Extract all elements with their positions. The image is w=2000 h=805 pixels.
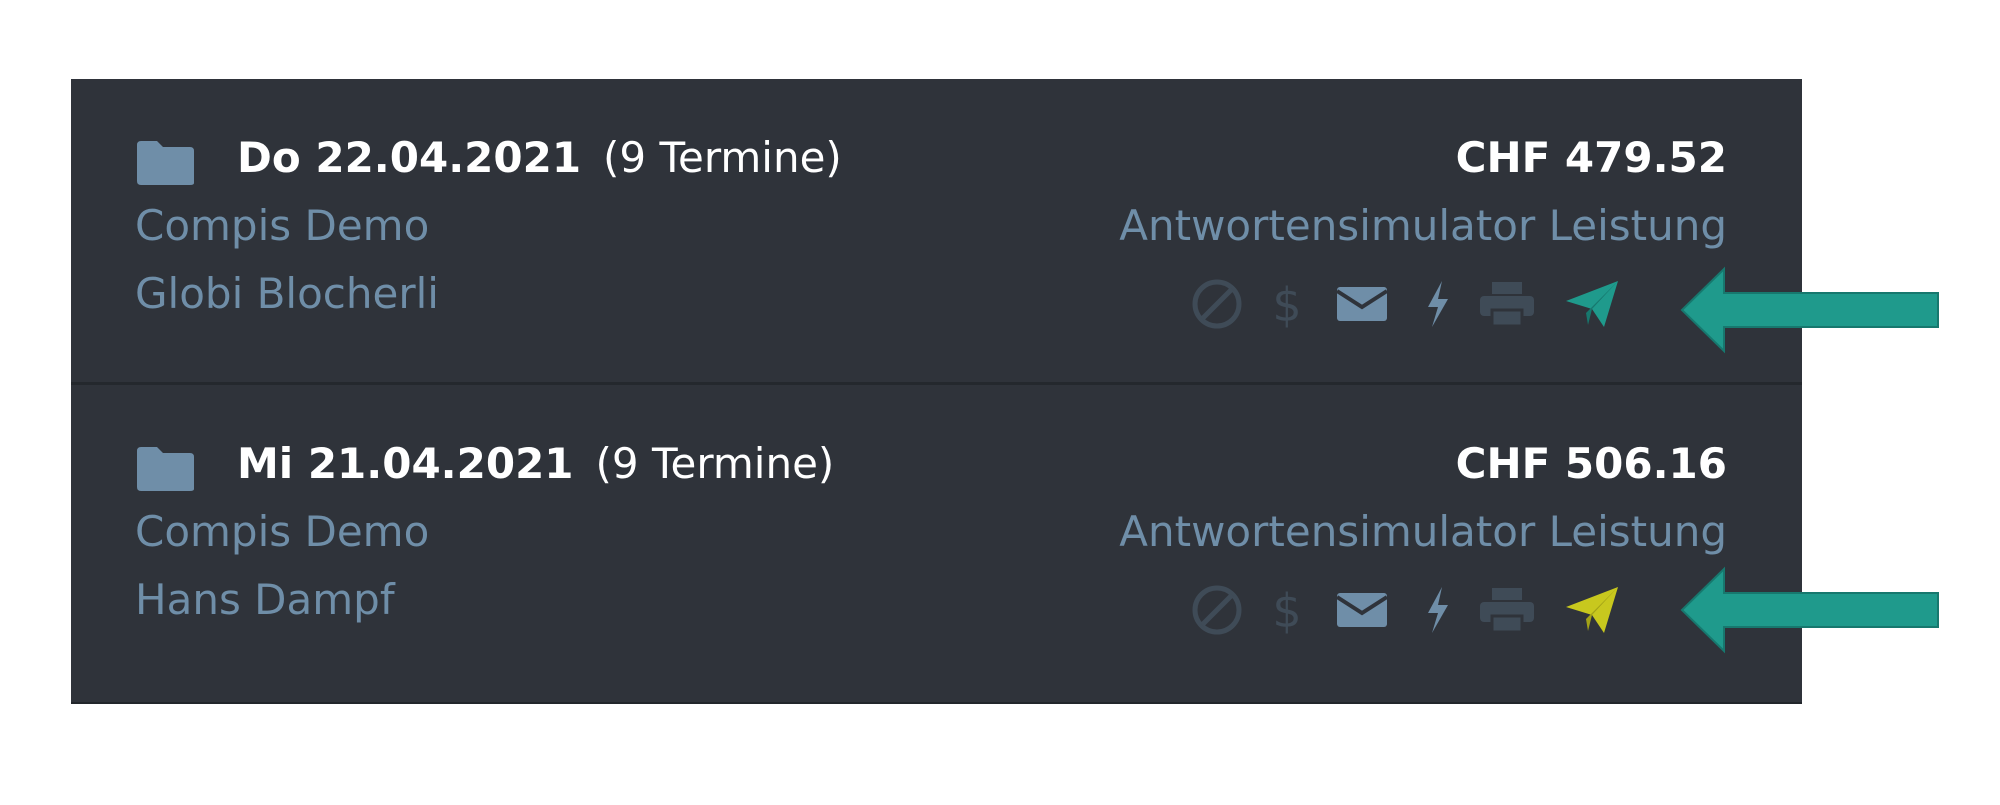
entry-actions: $ bbox=[1177, 580, 1657, 640]
entry-amount: CHF 506.16 bbox=[1455, 439, 1727, 488]
annotation-arrow bbox=[1680, 566, 1939, 654]
bolt-icon[interactable] bbox=[1417, 274, 1457, 334]
invoice-list-panel: Do 22.04.2021 (9 Termine) CHF 479.52 Comp… bbox=[71, 79, 1802, 704]
paper-plane-icon[interactable] bbox=[1562, 580, 1622, 640]
printer-icon[interactable] bbox=[1477, 274, 1537, 334]
list-item[interactable]: Mi 21.04.2021 (9 Termine) CHF 506.16 Comp… bbox=[71, 385, 1802, 702]
folder-icon[interactable] bbox=[135, 445, 196, 493]
patient-name: Hans Dampf bbox=[135, 575, 395, 624]
date-label: Mi 21.04.2021 bbox=[237, 439, 574, 488]
client-name: Compis Demo bbox=[135, 201, 430, 250]
patient-name: Globi Blocherli bbox=[135, 269, 439, 318]
bolt-icon[interactable] bbox=[1417, 580, 1457, 640]
annotation-arrow bbox=[1680, 266, 1939, 354]
envelope-icon[interactable] bbox=[1332, 274, 1392, 334]
dollar-icon[interactable]: $ bbox=[1267, 580, 1307, 640]
envelope-icon[interactable] bbox=[1332, 580, 1392, 640]
printer-icon[interactable] bbox=[1477, 580, 1537, 640]
client-name: Compis Demo bbox=[135, 507, 430, 556]
ban-icon[interactable] bbox=[1187, 274, 1247, 334]
appointment-count: (9 Termine) bbox=[603, 133, 842, 182]
entry-actions: $ bbox=[1177, 274, 1657, 334]
list-item[interactable]: Do 22.04.2021 (9 Termine) CHF 479.52 Comp… bbox=[71, 79, 1802, 385]
dollar-icon[interactable]: $ bbox=[1267, 274, 1307, 334]
svg-text:$: $ bbox=[1272, 584, 1301, 637]
paper-plane-icon[interactable] bbox=[1562, 274, 1622, 334]
entry-date: Mi 21.04.2021 (9 Termine) bbox=[237, 439, 834, 488]
date-label: Do 22.04.2021 bbox=[237, 133, 582, 182]
entry-date: Do 22.04.2021 (9 Termine) bbox=[237, 133, 842, 182]
folder-icon[interactable] bbox=[135, 139, 196, 187]
appointment-count: (9 Termine) bbox=[595, 439, 835, 488]
ban-icon[interactable] bbox=[1187, 580, 1247, 640]
entry-amount: CHF 479.52 bbox=[1455, 133, 1727, 182]
svg-text:$: $ bbox=[1272, 278, 1301, 331]
service-name: Antwortensimulator Leistung bbox=[1119, 507, 1727, 556]
service-name: Antwortensimulator Leistung bbox=[1119, 201, 1727, 250]
